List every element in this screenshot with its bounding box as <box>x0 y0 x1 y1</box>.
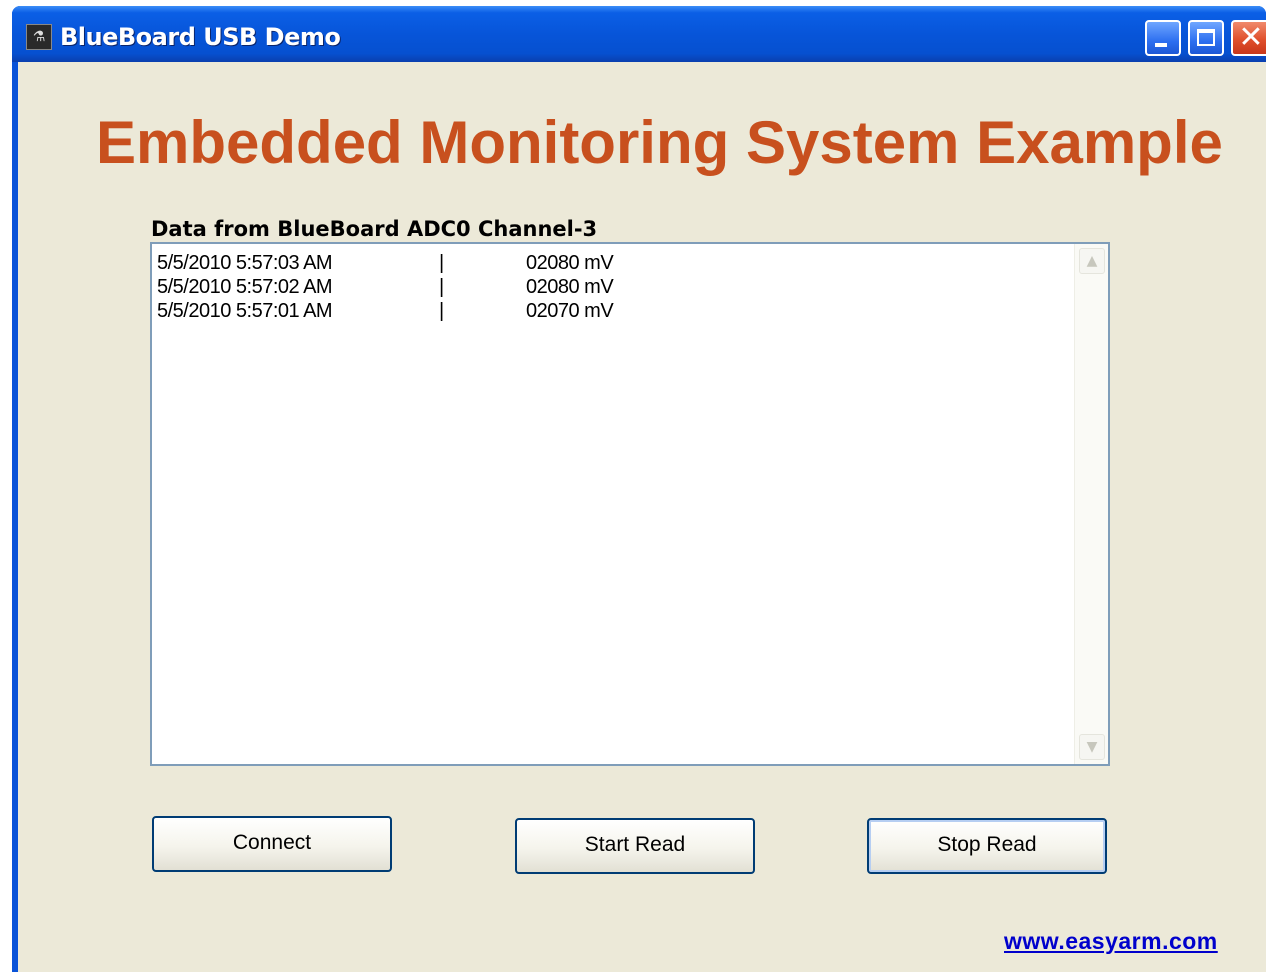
list-item[interactable]: 5/5/2010 5:57:01 AM | 02070 mV <box>157 300 1057 325</box>
scroll-down-button[interactable]: ▼ <box>1079 734 1105 760</box>
list-item[interactable]: 5/5/2010 5:57:03 AM | 02080 mV <box>157 252 1057 277</box>
chevron-up-icon: ▲ <box>1086 253 1098 269</box>
client-area: Embedded Monitoring System Example Data … <box>18 62 1266 972</box>
scroll-up-button[interactable]: ▲ <box>1079 248 1105 274</box>
list-item[interactable]: 5/5/2010 5:57:02 AM | 02080 mV <box>157 276 1057 301</box>
stop-read-button[interactable]: Stop Read <box>867 818 1107 874</box>
list-item-value: 02070 mV <box>526 300 614 322</box>
vertical-scrollbar[interactable]: ▲ ▼ <box>1074 244 1108 764</box>
list-item-separator: | <box>439 252 444 274</box>
connect-button[interactable]: Connect <box>152 816 392 872</box>
maximize-icon <box>1197 29 1215 46</box>
close-button[interactable]: ✕ <box>1231 20 1266 56</box>
list-item-time: 5/5/2010 5:57:03 AM <box>157 252 333 274</box>
start-read-button[interactable]: Start Read <box>515 818 755 874</box>
page-title: Embedded Monitoring System Example <box>96 109 1223 176</box>
list-item-time: 5/5/2010 5:57:02 AM <box>157 276 333 298</box>
website-link[interactable]: www.easyarm.com <box>1004 928 1218 955</box>
minimize-icon <box>1155 43 1167 47</box>
window-title: BlueBoard USB Demo <box>60 23 341 51</box>
app-window: ⚗ BlueBoard USB Demo ✕ Embedded Monitori… <box>12 6 1266 972</box>
maximize-button[interactable] <box>1188 20 1224 56</box>
list-item-separator: | <box>439 276 444 298</box>
list-item-time: 5/5/2010 5:57:01 AM <box>157 300 333 322</box>
title-bar[interactable]: ⚗ BlueBoard USB Demo ✕ <box>12 6 1266 62</box>
app-icon[interactable]: ⚗ <box>26 24 52 50</box>
minimize-button[interactable] <box>1145 20 1181 56</box>
list-label: Data from BlueBoard ADC0 Channel-3 <box>151 217 598 241</box>
close-icon: ✕ <box>1238 20 1264 55</box>
chevron-down-icon: ▼ <box>1086 739 1098 755</box>
list-item-separator: | <box>439 300 444 322</box>
list-item-value: 02080 mV <box>526 276 614 298</box>
data-listbox[interactable]: 5/5/2010 5:57:03 AM | 02080 mV 5/5/2010 … <box>150 242 1110 766</box>
list-item-value: 02080 mV <box>526 252 614 274</box>
